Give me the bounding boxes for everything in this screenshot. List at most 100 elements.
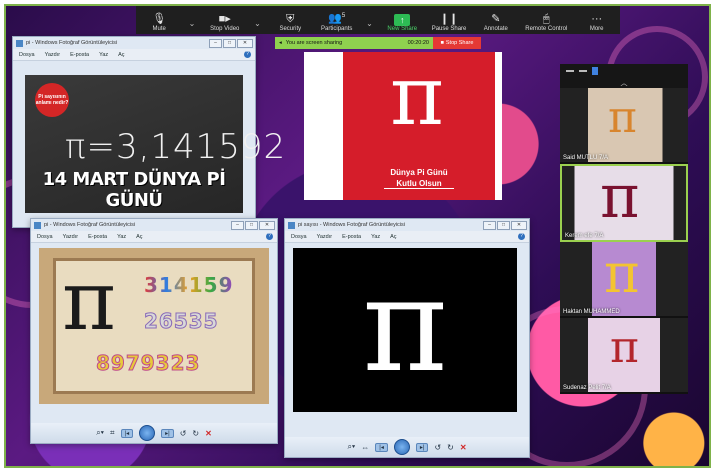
close-button[interactable]: ✕ (511, 220, 527, 230)
black-pi-image: π (293, 248, 517, 412)
rotate-right-icon[interactable]: ↻ (447, 443, 454, 452)
menu-ac[interactable]: Aç (118, 52, 124, 58)
photo-viewer-app-icon (34, 221, 41, 229)
minimize-panel-icon[interactable] (566, 70, 574, 72)
photo-viewer-window-chalkboard[interactable]: pi - Windows Fotoğraf Görüntüleyicisi – □… (12, 36, 285, 228)
board-inner-panel: π 314159 26535 8979323 (53, 254, 255, 394)
delete-icon[interactable]: ✕ (460, 443, 467, 452)
fit-window-icon[interactable]: ⌗ (110, 428, 115, 438)
close-button[interactable]: ✕ (259, 220, 275, 230)
menu-eposta[interactable]: E-posta (70, 52, 89, 58)
slideshow-button[interactable] (139, 425, 156, 441)
window-title: pi - Windows Fotoğraf Görüntüleyicisi (26, 40, 118, 46)
microphone-icon: 🎙 (152, 13, 167, 25)
more-button[interactable]: ··· More (580, 12, 614, 34)
participants-icon: 👥5 (328, 13, 346, 25)
stop-video-button[interactable]: ■▸ Stop Video (208, 12, 242, 34)
pi-day-poster: π Dünya Pi Günü Kutlu Olsun (304, 52, 502, 200)
menu-dosya[interactable]: Dosya (19, 52, 35, 58)
menu-yaz[interactable]: Yaz (99, 52, 108, 58)
participants-options-caret-icon[interactable]: ⌄ (366, 19, 373, 28)
poster-red-panel: π Dünya Pi Günü Kutlu Olsun (343, 52, 495, 200)
previous-button[interactable]: |◂ (120, 428, 134, 438)
close-button[interactable]: ✕ (237, 38, 253, 48)
rotate-left-icon[interactable]: ↺ (434, 443, 441, 452)
pause-share-button[interactable]: ❙❙ Pause Share (432, 12, 467, 34)
sharing-status-icon: ◂ (279, 40, 282, 46)
video-camera-icon: ■▸ (218, 13, 231, 25)
photo-viewer-app-icon (16, 39, 23, 47)
window-titlebar[interactable]: pi - Windows Fotoğraf Görüntüleyicisi – □… (13, 37, 255, 49)
help-icon[interactable]: ? (244, 51, 251, 58)
help-icon[interactable]: ? (518, 233, 525, 240)
participant-drawing: π (610, 322, 639, 373)
minimize-button[interactable]: – (231, 220, 244, 230)
rotate-right-icon[interactable]: ↻ (192, 429, 199, 438)
stop-square-icon: ■ (440, 40, 444, 46)
video-options-caret-icon[interactable]: ⌄ (254, 19, 261, 28)
maximize-button[interactable]: □ (223, 38, 236, 48)
mute-button[interactable]: 🎙 Mute (142, 12, 176, 34)
participant-name: Haktan MUHAMMED (563, 309, 620, 315)
poster-line-2: Kutlu Olsun (384, 179, 454, 189)
previous-button[interactable]: |◂ (375, 442, 388, 452)
rotate-left-icon[interactable]: ↺ (180, 429, 187, 438)
participant-tile[interactable]: π Said MUTLU 7/A (560, 88, 688, 164)
participant-tile-active-speaker[interactable]: π Kerem efe 7/A (560, 164, 688, 242)
slideshow-button[interactable] (393, 439, 410, 455)
menu-dosya[interactable]: Dosya (37, 234, 53, 240)
menu-yaz[interactable]: Yaz (117, 234, 126, 240)
menu-yazdir[interactable]: Yazdır (317, 234, 333, 240)
photo-viewer-window-board[interactable]: pi - Windows Fotoğraf Görüntüleyicisi – □… (30, 218, 278, 444)
board-digits-row-1: 314159 (144, 273, 234, 297)
new-share-button[interactable]: ↑ New Share (385, 14, 419, 34)
menu-yaz[interactable]: Yaz (371, 234, 380, 240)
screen-sharing-banner: ◂ You are screen sharing 00:20:20 ■ Stop… (275, 37, 481, 49)
mute-options-caret-icon[interactable]: ⌄ (189, 19, 196, 28)
sharing-status-text: You are screen sharing (285, 40, 343, 46)
next-button[interactable]: ▸| (161, 428, 174, 438)
viewer-control-bar: ⌕▾ ⇔ |◂ ▸| ↺ ↻ ✕ (285, 437, 529, 457)
maximize-button[interactable]: □ (245, 220, 258, 230)
pencil-icon: ✎ (491, 13, 501, 25)
menu-yazdir[interactable]: Yazdır (63, 234, 79, 240)
security-button[interactable]: ⛨ Security (273, 12, 307, 34)
panel-header (560, 64, 688, 78)
participant-drawing: π (608, 92, 637, 143)
hide-panel-icon[interactable] (579, 70, 587, 72)
next-button[interactable]: ▸| (415, 442, 429, 452)
menu-eposta[interactable]: E-posta (88, 234, 107, 240)
participant-tile[interactable]: π Sudenaz Pelit 7/A (560, 318, 688, 394)
help-icon[interactable]: ? (266, 233, 273, 240)
scroll-up-chevron-icon[interactable]: ︿ (560, 78, 688, 88)
meeting-toolbar: 🎙 Mute ⌄ ■▸ Stop Video ⌄ ⛨ Security 👥5 Parti… (136, 6, 620, 34)
menu-ac[interactable]: Aç (136, 234, 142, 240)
zoom-icon[interactable]: ⌕▾ (96, 428, 104, 438)
pause-icon: ❙❙ (439, 13, 459, 25)
gallery-view-icon[interactable] (592, 67, 598, 75)
window-menu-bar: Dosya Yazdır E-posta Yaz Aç ? (13, 49, 255, 61)
viewer-control-bar: ⌕▾ ⌗ |◂ ▸| ↺ ↻ ✕ (31, 423, 277, 443)
participants-button[interactable]: 👥5 Participants (320, 9, 354, 34)
menu-dosya[interactable]: Dosya (291, 234, 307, 240)
board-pi-symbol: π (62, 254, 116, 349)
fit-window-icon[interactable]: ⇔ (361, 443, 369, 452)
window-titlebar[interactable]: pi - Windows Fotoğraf Görüntüleyicisi – □… (31, 219, 277, 231)
stop-share-button[interactable]: ■ Stop Share (433, 37, 481, 49)
remote-control-button[interactable]: 🖱 Remote Control (525, 12, 567, 34)
minimize-button[interactable]: – (209, 38, 222, 48)
window-titlebar[interactable]: pi sayısı - Windows Fotoğraf Görüntüleyi… (285, 219, 529, 231)
zoom-icon[interactable]: ⌕▾ (347, 442, 355, 452)
maximize-button[interactable]: □ (497, 220, 510, 230)
annotate-button[interactable]: ✎ Annotate (479, 12, 513, 34)
menu-eposta[interactable]: E-posta (342, 234, 361, 240)
menu-yazdir[interactable]: Yazdır (45, 52, 61, 58)
photo-viewer-window-pi-sayisi[interactable]: pi sayısı - Windows Fotoğraf Görüntüleyi… (284, 218, 530, 458)
menu-ac[interactable]: Aç (390, 234, 396, 240)
participant-name: Kerem efe 7/A (565, 233, 604, 239)
minimize-button[interactable]: – (483, 220, 496, 230)
window-title: pi sayısı - Windows Fotoğraf Görüntüleyi… (298, 222, 405, 228)
participant-tile[interactable]: π Haktan MUHAMMED (560, 242, 688, 318)
delete-icon[interactable]: ✕ (205, 429, 212, 438)
participant-name: Sudenaz Pelit 7/A (563, 385, 611, 391)
